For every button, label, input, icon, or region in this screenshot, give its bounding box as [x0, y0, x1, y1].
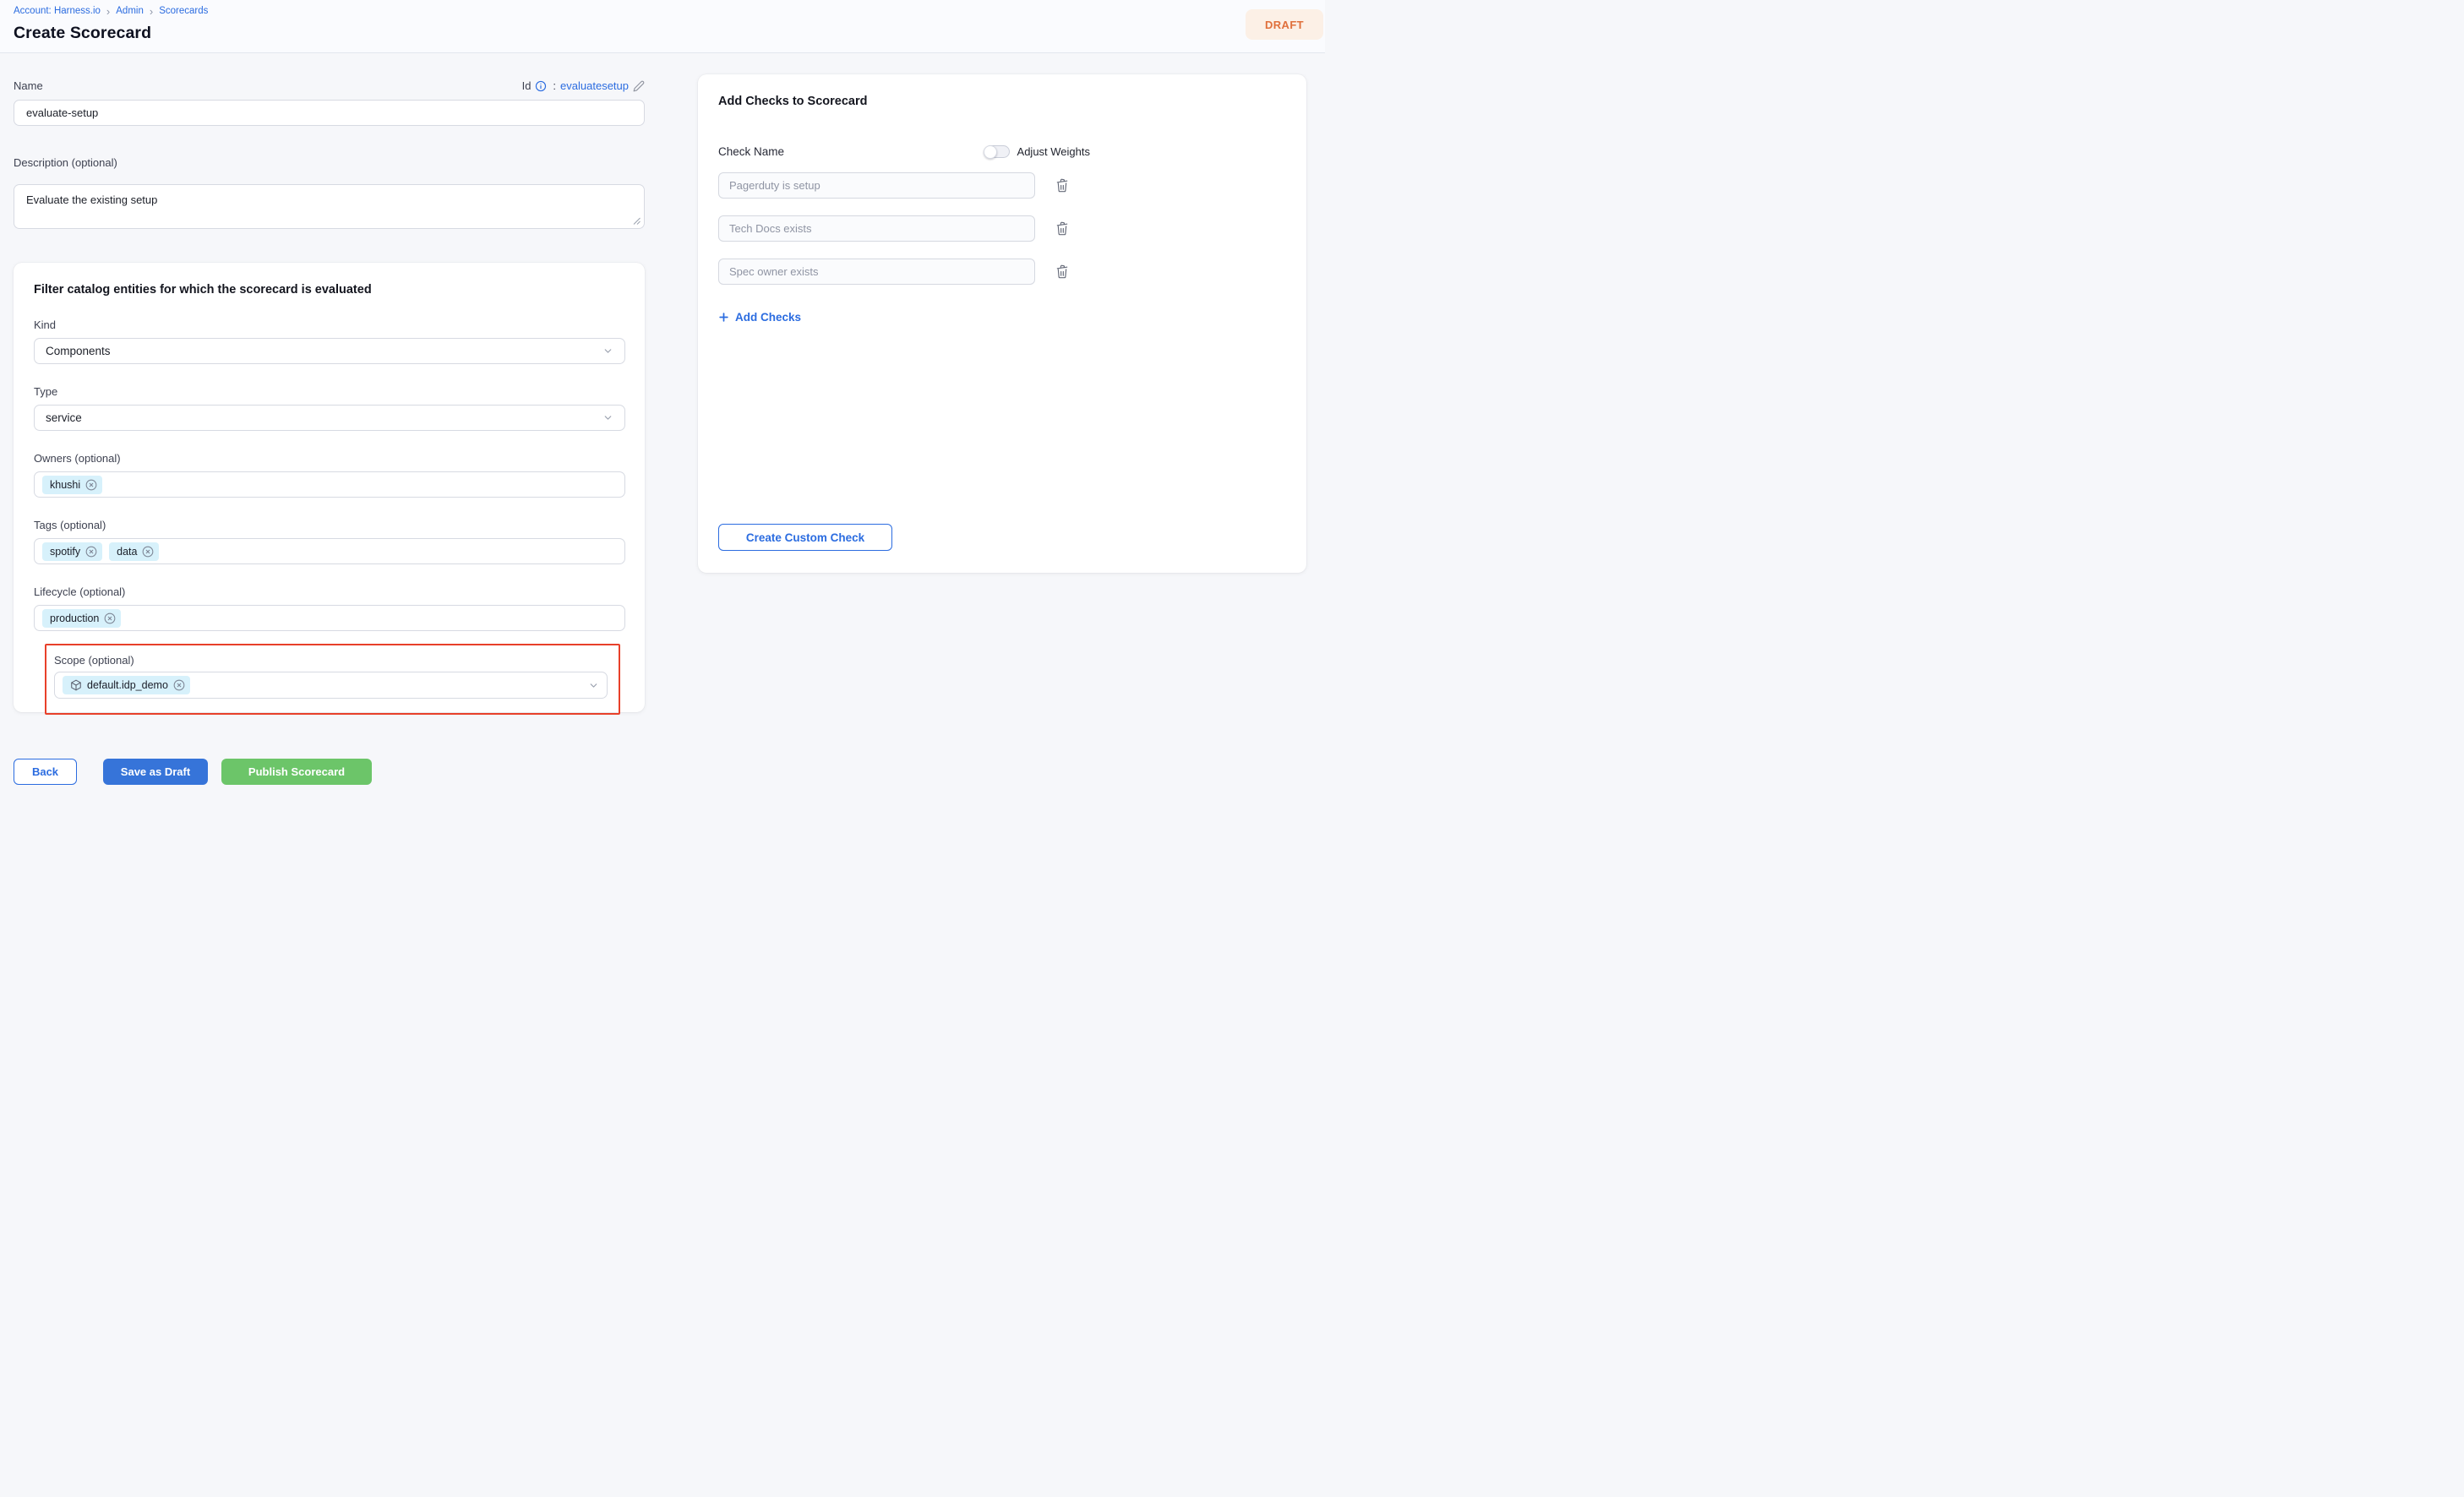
- name-id-row: Name Id : evaluatesetup: [14, 79, 645, 92]
- chevron-down-icon: [602, 412, 613, 423]
- delete-check-button[interactable]: [1054, 220, 1071, 237]
- scope-select[interactable]: default.idp_demo: [54, 672, 608, 699]
- edit-pencil-icon[interactable]: [633, 80, 645, 92]
- breadcrumb-account[interactable]: Account: Harness.io: [14, 6, 101, 16]
- remove-chip-icon[interactable]: [142, 546, 154, 558]
- add-checks-button[interactable]: Add Checks: [718, 311, 801, 324]
- lifecycle-label: Lifecycle (optional): [34, 585, 625, 598]
- chip-label: spotify: [50, 546, 80, 558]
- kind-value: Components: [46, 345, 111, 357]
- check-header-row: Check Name Adjust Weights: [718, 145, 1090, 158]
- tags-input[interactable]: spotify data: [34, 538, 625, 564]
- trash-icon: [1055, 178, 1069, 193]
- chevron-down-icon: [602, 346, 613, 357]
- id-separator: :: [553, 79, 556, 92]
- delete-check-button[interactable]: [1054, 177, 1071, 194]
- name-input[interactable]: [14, 100, 645, 126]
- check-name-label: Check Name: [718, 145, 784, 158]
- breadcrumb-scorecards[interactable]: Scorecards: [159, 6, 208, 16]
- owners-field: Owners (optional) khushi: [34, 452, 625, 498]
- check-name-input[interactable]: [718, 259, 1035, 285]
- save-as-draft-button[interactable]: Save as Draft: [103, 759, 208, 785]
- remove-chip-icon[interactable]: [85, 546, 97, 558]
- back-button[interactable]: Back: [14, 759, 77, 785]
- scorecard-id-row: Id : evaluatesetup: [522, 79, 645, 92]
- breadcrumb-admin[interactable]: Admin: [116, 6, 144, 16]
- delete-check-button[interactable]: [1054, 263, 1071, 280]
- chip-label: data: [117, 546, 137, 558]
- page-header: Account: Harness.io › Admin › Scorecards…: [0, 0, 1325, 53]
- page-title: Create Scorecard: [14, 24, 1325, 43]
- kind-label: Kind: [34, 318, 625, 331]
- breadcrumb-separator-icon: ›: [150, 7, 153, 16]
- add-checks-label: Add Checks: [735, 311, 801, 324]
- kind-select[interactable]: Components: [34, 338, 625, 364]
- scorecard-id-value[interactable]: evaluatesetup: [560, 79, 629, 92]
- description-field: Evaluate the existing setup: [14, 184, 645, 229]
- type-field: Type service: [34, 385, 625, 431]
- chip-label: production: [50, 612, 99, 624]
- name-label: Name: [14, 79, 43, 92]
- plus-icon: [718, 312, 729, 323]
- scope-label: Scope (optional): [54, 654, 608, 667]
- scope-highlight-annotation: Scope (optional) default.idp_demo: [45, 644, 620, 715]
- form-actions: Back Save as Draft Publish Scorecard: [14, 759, 645, 785]
- trash-icon: [1055, 221, 1069, 236]
- adjust-weights-toggle[interactable]: [984, 145, 1010, 158]
- adjust-weights-control: Adjust Weights: [984, 145, 1090, 158]
- description-label: Description (optional): [14, 156, 645, 169]
- create-custom-check-button[interactable]: Create Custom Check: [718, 524, 892, 551]
- cube-icon: [70, 679, 82, 691]
- publish-scorecard-button[interactable]: Publish Scorecard: [221, 759, 372, 785]
- remove-chip-icon[interactable]: [173, 679, 185, 691]
- lifecycle-field: Lifecycle (optional) production: [34, 585, 625, 631]
- check-name-input[interactable]: [718, 215, 1035, 242]
- kind-field: Kind Components: [34, 318, 625, 364]
- tags-label: Tags (optional): [34, 519, 625, 531]
- chip-label: default.idp_demo: [87, 679, 168, 691]
- description-input[interactable]: Evaluate the existing setup: [14, 184, 645, 229]
- status-badge: DRAFT: [1246, 9, 1323, 40]
- owner-chip: khushi: [42, 476, 102, 494]
- resize-handle[interactable]: [633, 217, 641, 225]
- breadcrumb: Account: Harness.io › Admin › Scorecards: [14, 4, 1325, 18]
- check-row: [718, 215, 1286, 242]
- owners-label: Owners (optional): [34, 452, 625, 465]
- type-select[interactable]: service: [34, 405, 625, 431]
- scorecard-form: Name Id : evaluatesetup Description (opt…: [14, 79, 645, 785]
- filter-card: Filter catalog entities for which the sc…: [14, 263, 645, 712]
- tag-chip: spotify: [42, 542, 102, 561]
- filter-card-title: Filter catalog entities for which the sc…: [34, 283, 625, 297]
- toggle-knob: [984, 145, 997, 159]
- chip-label: khushi: [50, 479, 80, 491]
- scope-chips: default.idp_demo: [63, 676, 190, 694]
- check-row: [718, 259, 1286, 285]
- lifecycle-chip: production: [42, 609, 121, 628]
- scope-chip: default.idp_demo: [63, 676, 190, 694]
- info-icon[interactable]: [535, 80, 547, 92]
- remove-chip-icon[interactable]: [85, 479, 97, 491]
- checks-panel-title: Add Checks to Scorecard: [718, 95, 1286, 108]
- remove-chip-icon[interactable]: [104, 612, 116, 624]
- checks-panel: Add Checks to Scorecard Check Name Adjus…: [698, 74, 1306, 573]
- type-label: Type: [34, 385, 625, 398]
- trash-icon: [1055, 264, 1069, 279]
- chevron-down-icon: [588, 680, 599, 691]
- check-row: [718, 172, 1286, 199]
- breadcrumb-separator-icon: ›: [106, 7, 110, 16]
- type-value: service: [46, 411, 82, 424]
- adjust-weights-label: Adjust Weights: [1017, 145, 1090, 158]
- tag-chip: data: [109, 542, 159, 561]
- lifecycle-input[interactable]: production: [34, 605, 625, 631]
- id-label: Id: [522, 79, 532, 92]
- check-name-input[interactable]: [718, 172, 1035, 199]
- owners-input[interactable]: khushi: [34, 471, 625, 498]
- tags-field: Tags (optional) spotify data: [34, 519, 625, 564]
